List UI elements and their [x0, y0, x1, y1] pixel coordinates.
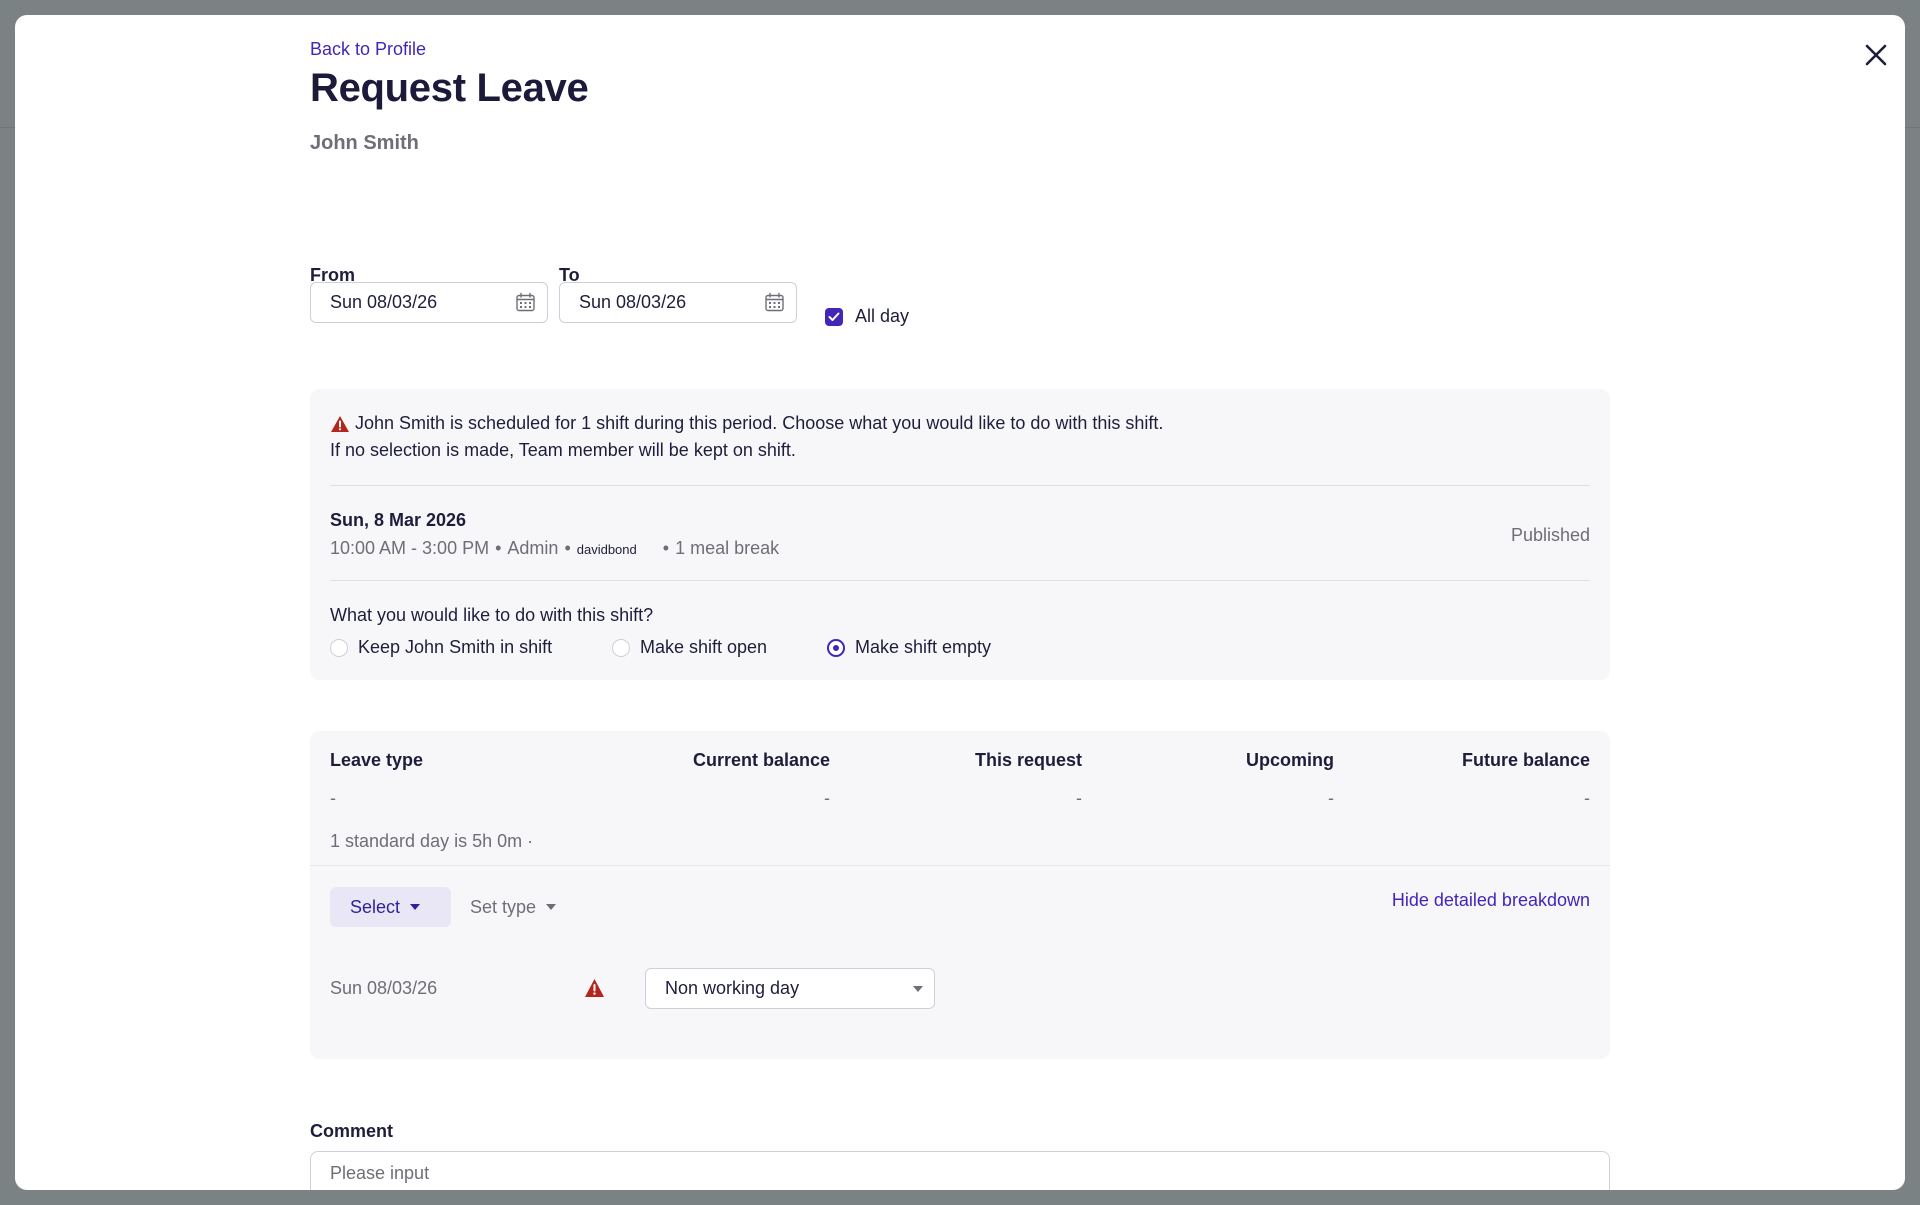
shift-date: Sun, 8 Mar 2026 [330, 510, 467, 530]
column-header-leave-type: Leave type [330, 750, 424, 770]
to-date-input[interactable]: Sun 08/03/26 [559, 282, 797, 323]
day-type-value: Non working day [665, 978, 800, 998]
conflict-message: John Smith is scheduled for 1 shift duri… [330, 413, 1163, 434]
comment-label: Comment [310, 1121, 394, 1141]
this-request-value: - [1076, 788, 1082, 808]
column-header-current-balance: Current balance [692, 750, 830, 770]
back-to-profile-link[interactable]: Back to Profile [310, 39, 426, 60]
warning-icon [585, 979, 604, 997]
radio-make-shift-empty[interactable] [827, 638, 845, 657]
select-label: Select [350, 896, 401, 917]
request-leave-modal: Back to Profile Request Leave John Smith… [15, 15, 1905, 1190]
option-keep-in-shift[interactable]: Keep John Smith in shift [330, 637, 552, 658]
caret-down-icon [410, 904, 421, 910]
divider [310, 865, 1610, 866]
leave-type-value: - [330, 788, 336, 808]
separator-dot: • [662, 538, 670, 558]
option-make-shift-empty[interactable]: Make shift empty [827, 637, 991, 658]
background-divider [0, 127, 15, 128]
hide-breakdown-link[interactable]: Hide detailed breakdown [1392, 890, 1590, 911]
separator-dot: • [564, 538, 571, 558]
page-title: Request Leave [310, 66, 589, 110]
column-header-this-request: This request [974, 750, 1082, 770]
calendar-icon [516, 292, 535, 312]
caret-down-icon [546, 904, 557, 910]
future-balance-value: - [1584, 788, 1590, 808]
select-leave-type-button[interactable]: Select [330, 887, 451, 927]
caret-down-icon [913, 986, 923, 992]
column-header-upcoming: Upcoming [1246, 750, 1334, 770]
check-icon [828, 312, 840, 321]
from-date-input[interactable]: Sun 08/03/26 [310, 282, 548, 323]
background-divider [1905, 127, 1920, 128]
leave-balance-panel: Leave type Current balance This request … [310, 731, 1610, 1059]
standard-day-note: 1 standard day is 5h 0m · [330, 831, 534, 851]
radio-keep-in-shift[interactable] [330, 638, 348, 657]
all-day-toggle[interactable]: All day [825, 306, 909, 327]
shift-conflict-panel: John Smith is scheduled for 1 shift duri… [310, 389, 1610, 680]
separator-dot: • [495, 538, 502, 558]
option-make-shift-open[interactable]: Make shift open [612, 637, 767, 658]
set-type-label: Set type [470, 896, 537, 917]
shift-question: What you would like to do with this shif… [330, 605, 654, 625]
conflict-message-line2: If no selection is made, Team member wil… [330, 440, 796, 460]
radio-make-shift-open[interactable] [612, 638, 630, 657]
shift-details: 10:00 AM - 3:00 PM • Admin • davidbond •… [330, 538, 779, 559]
shift-status: Published [1510, 525, 1590, 545]
shift-breaks: 1 meal break [675, 538, 780, 558]
day-type-select[interactable]: Non working day [645, 968, 935, 1009]
shift-role: Admin [507, 538, 559, 558]
warning-icon [331, 415, 349, 432]
divider [330, 485, 1590, 486]
comment-input[interactable] [310, 1151, 1610, 1190]
option-label: Make shift empty [855, 637, 992, 657]
option-label: Keep John Smith in shift [358, 637, 553, 657]
to-date-value: Sun 08/03/26 [579, 292, 687, 312]
employee-name: John Smith [310, 132, 419, 154]
all-day-checkbox[interactable] [825, 307, 843, 326]
set-type-button[interactable]: Set type [470, 887, 557, 927]
from-date-value: Sun 08/03/26 [330, 292, 438, 312]
option-label: Make shift open [640, 637, 768, 657]
close-icon [1865, 44, 1887, 66]
close-button[interactable] [1858, 37, 1894, 73]
column-header-future-balance: Future balance [1461, 750, 1590, 770]
current-balance-value: - [824, 788, 830, 808]
shift-time: 10:00 AM - 3:00 PM [330, 538, 490, 558]
upcoming-value: - [1328, 788, 1334, 808]
conflict-message-line1: John Smith is scheduled for 1 shift duri… [355, 413, 1164, 433]
all-day-label: All day [855, 306, 910, 326]
shift-user: davidbond [576, 542, 637, 557]
divider [330, 580, 1590, 581]
breakdown-row-date: Sun 08/03/26 [330, 978, 438, 998]
calendar-icon [765, 292, 784, 312]
